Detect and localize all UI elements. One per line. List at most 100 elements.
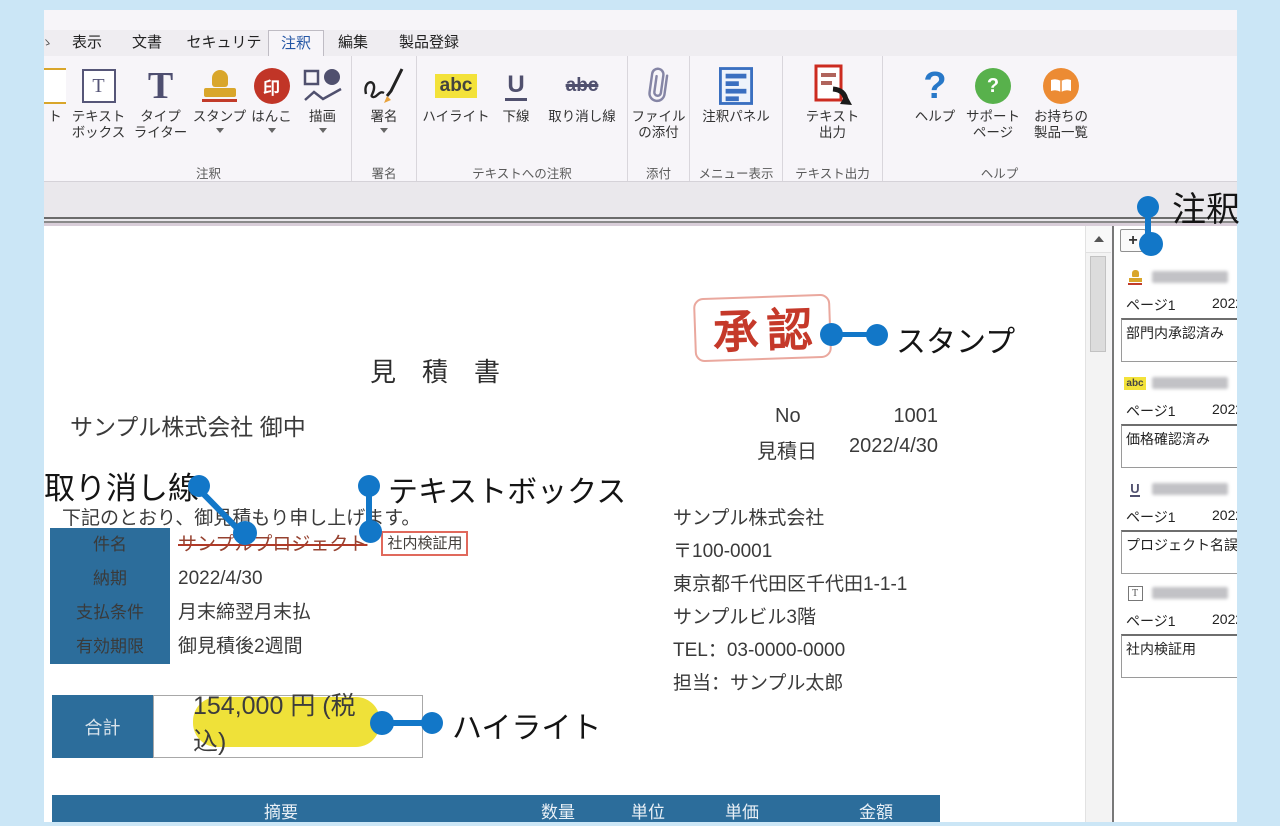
delivery-value: 2022/4/30 [178, 562, 263, 596]
annotation-page: ページ1 [1126, 295, 1176, 315]
stamp-button[interactable]: スタンプ [192, 62, 248, 134]
note-icon-partial [44, 63, 66, 109]
tab-view[interactable]: 表示 [64, 30, 110, 56]
screenshot-root: { "window": { "clipped_tab_fragment": "ゝ… [0, 0, 1280, 826]
annotation-comment[interactable]: 部門内承認済み [1121, 318, 1237, 362]
toolbar-spacer [44, 182, 1237, 217]
document-title: 見 積 書 [370, 352, 500, 389]
tab-annotation[interactable]: 注釈 [268, 30, 324, 56]
supplier-block: サンプル株式会社 〒100-0001 東京都千代田区千代田1-1-1 サンプルビ… [673, 502, 907, 700]
supplier-line: 担当：サンプル太郎 [673, 667, 907, 700]
app-window: ゝ 表示 文書 セキュリティ 注釈 編集 製品登録 ト T テキスト ボックス … [44, 10, 1237, 822]
tab-document[interactable]: 文書 [124, 30, 170, 56]
owned-products-button[interactable]: お持ちの 製品一覧 [1025, 62, 1097, 142]
support-page-button[interactable]: ? サポート ページ [961, 62, 1025, 142]
supplier-line: サンプル株式会社 [673, 502, 907, 535]
ribbon-group-signature: 署名 署名 [352, 56, 417, 181]
highlight-icon: abc [1126, 374, 1144, 392]
info-table: 件名 納期 支払条件 有効期限 サンプルプロジェクト社内検証用 2022/4/3… [50, 528, 490, 664]
supplier-line: 〒100-0001 [673, 535, 907, 568]
signature-button[interactable]: 署名 [355, 62, 413, 134]
draw-button[interactable]: 描画 [296, 62, 350, 134]
callout-dot [358, 475, 380, 497]
payment-value: 月末締翌月末払 [178, 596, 311, 630]
hanko-button[interactable]: 印 はんこ [248, 62, 296, 134]
recipient: サンプル株式会社 御中 [70, 408, 306, 442]
ribbon-group-attachment: ファイル の添付 添付 [628, 56, 690, 181]
callout-label-stamp: スタンプ [896, 317, 1015, 361]
underline-button[interactable]: U 下線 [493, 62, 539, 126]
callout-label-textbox: テキストボックス [388, 467, 626, 511]
scroll-up-icon [1094, 236, 1104, 242]
supplier-line: TEL：03-0000-0000 [673, 634, 907, 667]
no-label: No [775, 405, 801, 428]
annotation-panel-button[interactable]: 注釈パネル [693, 62, 779, 126]
strikethrough-icon: abc [566, 75, 599, 97]
dropdown-arrow-icon [380, 128, 388, 133]
text-output-button[interactable]: テキスト 出力 [793, 62, 873, 142]
callout-dot [1137, 196, 1159, 218]
info-label: 納期 [50, 562, 170, 596]
annotation-list-item[interactable]: abc ページ1 2022/ 価格確認済み [1124, 374, 1237, 474]
ribbon-group-text-annotation: abc ハイライト U 下線 abc 取り消し線 テキストへの注釈 [417, 56, 628, 181]
info-label: 支払条件 [50, 596, 170, 630]
callout-dot [866, 324, 888, 346]
strikethrough-annotation[interactable]: サンプルプロジェクト [178, 534, 367, 555]
annotation-comment[interactable]: プロジェクト名誤り [1121, 530, 1237, 574]
annotation-page: ページ1 [1126, 507, 1176, 527]
validity-value: 御見積後2週間 [178, 630, 303, 664]
scroll-up-button[interactable] [1086, 226, 1111, 253]
annotation-date: 2022/ [1212, 507, 1237, 523]
strikethrough-button[interactable]: abc 取り消し線 [539, 62, 625, 126]
supplier-line: サンプルビル3階 [673, 601, 907, 634]
no-value: 1001 [834, 405, 938, 428]
estimate-date-label: 見積日 [757, 435, 817, 464]
textbox-annotation[interactable]: 社内検証用 [381, 531, 468, 556]
callout-dot [820, 323, 843, 346]
col-header: 単価 [725, 798, 759, 822]
clipped-ribbon-button[interactable]: ト [44, 62, 66, 126]
dropdown-arrow-icon [319, 128, 327, 133]
annotation-list-item[interactable]: U ページ1 2022/ プロジェクト名誤り [1124, 480, 1237, 580]
support-question-icon: ? [975, 68, 1011, 104]
textbox-icon: T [1126, 584, 1144, 602]
highlight-button[interactable]: abc ハイライト [419, 62, 493, 126]
annotation-list-item[interactable]: ページ1 2022/ 部門内承認済み [1124, 268, 1237, 368]
tab-security[interactable]: セキュリティ [184, 30, 264, 56]
subject-value: サンプルプロジェクト社内検証用 [178, 528, 468, 562]
col-header: 摘要 [264, 798, 298, 822]
annotation-comment[interactable]: 社内検証用 [1121, 634, 1237, 678]
annotation-date: 2022/ [1212, 611, 1237, 627]
info-label: 件名 [50, 528, 170, 562]
redacted-author [1152, 483, 1228, 495]
callout-label-highlight: ハイライト [452, 703, 601, 747]
textbox-button[interactable]: T テキスト ボックス [68, 62, 130, 142]
estimate-date-value: 2022/4/30 [834, 435, 938, 458]
product-book-icon [1043, 68, 1079, 104]
typewriter-button[interactable]: T タイプ ライター [130, 62, 192, 142]
tab-edit[interactable]: 編集 [330, 30, 376, 56]
callout-dot [233, 521, 257, 545]
scrollbar-thumb[interactable] [1090, 256, 1106, 352]
draw-shapes-icon [303, 68, 343, 104]
tab-product-registration[interactable]: 製品登録 [392, 30, 466, 56]
attach-file-button[interactable]: ファイル の添付 [630, 62, 688, 142]
highlight-annotation[interactable]: 154,000 円 (税込) [193, 697, 380, 747]
callout-dot [421, 712, 443, 734]
col-header: 単位 [631, 798, 665, 822]
dropdown-arrow-icon [216, 128, 224, 133]
help-button[interactable]: ? ヘルプ [909, 62, 961, 126]
approval-stamp-annotation[interactable]: 承認 [693, 294, 832, 363]
textbox-icon: T [82, 69, 116, 103]
vertical-scrollbar[interactable] [1085, 226, 1111, 822]
redacted-author [1152, 377, 1228, 389]
highlight-icon: abc [435, 74, 478, 98]
redacted-author [1152, 271, 1228, 283]
annotation-list-item[interactable]: T ページ1 2022/ 社内検証用 [1124, 584, 1237, 684]
tab-fragment[interactable]: ゝ [40, 30, 54, 56]
annotation-comment[interactable]: 価格確認済み [1121, 424, 1237, 468]
stamp-icon [1126, 268, 1144, 286]
callout-label-strikethrough: 取り消し線 [44, 463, 199, 508]
dropdown-arrow-icon [268, 128, 276, 133]
items-header-bar: 摘要 数量 単位 単価 金額 [52, 795, 940, 822]
